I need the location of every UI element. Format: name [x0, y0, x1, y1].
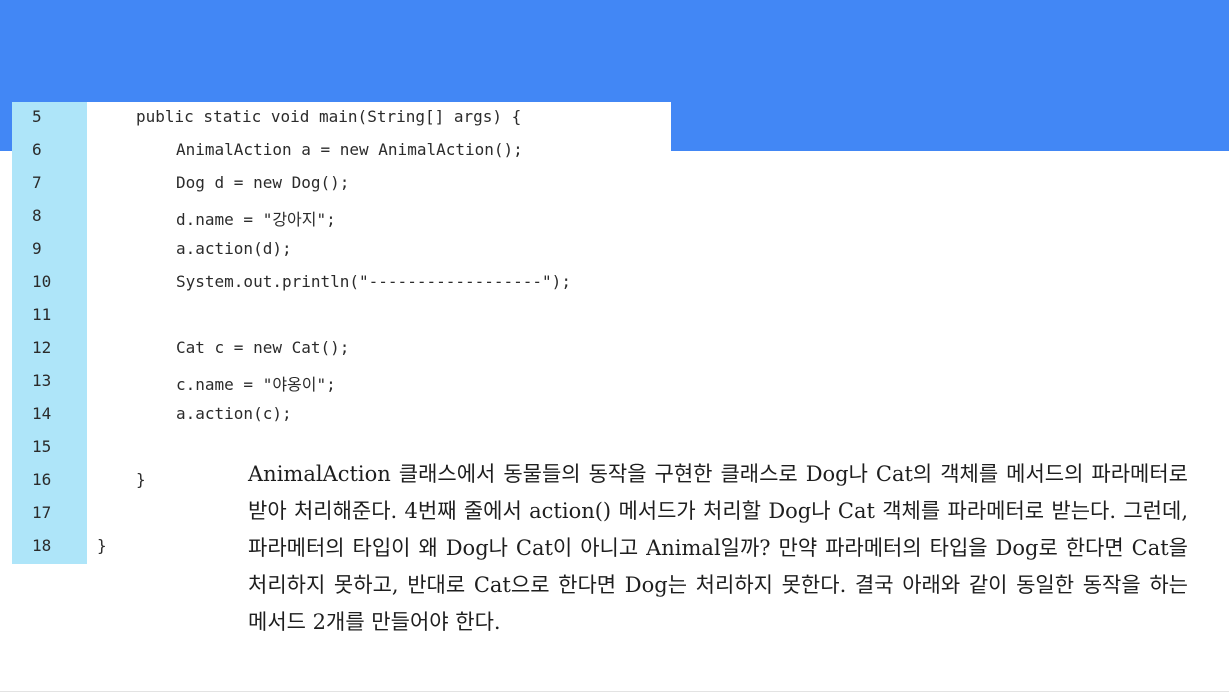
- code-text: d.name = "강아지";: [176, 210, 336, 229]
- line-number: 10: [32, 272, 52, 291]
- code-text: Dog d = new Dog();: [176, 173, 350, 192]
- bottom-divider: [0, 691, 1229, 692]
- code-text: a.action(c);: [176, 404, 292, 423]
- line-number: 17: [32, 503, 52, 522]
- line-number: 15: [32, 437, 52, 456]
- line-number: 9: [32, 239, 42, 258]
- code-line: 7 Dog d = new Dog();: [12, 168, 671, 201]
- code-line: 12 Cat c = new Cat();: [12, 333, 671, 366]
- code-text: public static void main(String[] args) {: [136, 107, 522, 126]
- line-number: 6: [32, 140, 42, 159]
- line-number: 5: [32, 107, 42, 126]
- code-line: 9 a.action(d);: [12, 234, 671, 267]
- line-number: 16: [32, 470, 52, 489]
- code-line: 13 c.name = "야옹이";: [12, 366, 671, 399]
- code-line: 14 a.action(c);: [12, 399, 671, 432]
- code-line: 10 System.out.println("------------------…: [12, 267, 671, 300]
- code-text: System.out.println("------------------")…: [176, 272, 571, 291]
- code-text: Cat c = new Cat();: [176, 338, 350, 357]
- line-number: 7: [32, 173, 42, 192]
- line-number: 12: [32, 338, 52, 357]
- code-line: 8 d.name = "강아지";: [12, 201, 671, 234]
- code-text: c.name = "야옹이";: [176, 375, 336, 394]
- code-text: a.action(d);: [176, 239, 292, 258]
- line-number: 14: [32, 404, 52, 423]
- code-line: 6 AnimalAction a = new AnimalAction();: [12, 135, 671, 168]
- line-number: 13: [32, 371, 52, 390]
- code-line: 11: [12, 300, 671, 333]
- code-text: }: [136, 470, 146, 489]
- code-line: 5 public static void main(String[] args) …: [12, 102, 671, 135]
- explanation-paragraph: AnimalAction 클래스에서 동물들의 동작을 구현한 클래스로 Dog…: [248, 462, 1188, 634]
- line-number: 8: [32, 206, 42, 225]
- code-text: AnimalAction a = new AnimalAction();: [176, 140, 523, 159]
- code-text: }: [97, 536, 107, 555]
- line-number: 11: [32, 305, 52, 324]
- line-number: 18: [32, 536, 52, 555]
